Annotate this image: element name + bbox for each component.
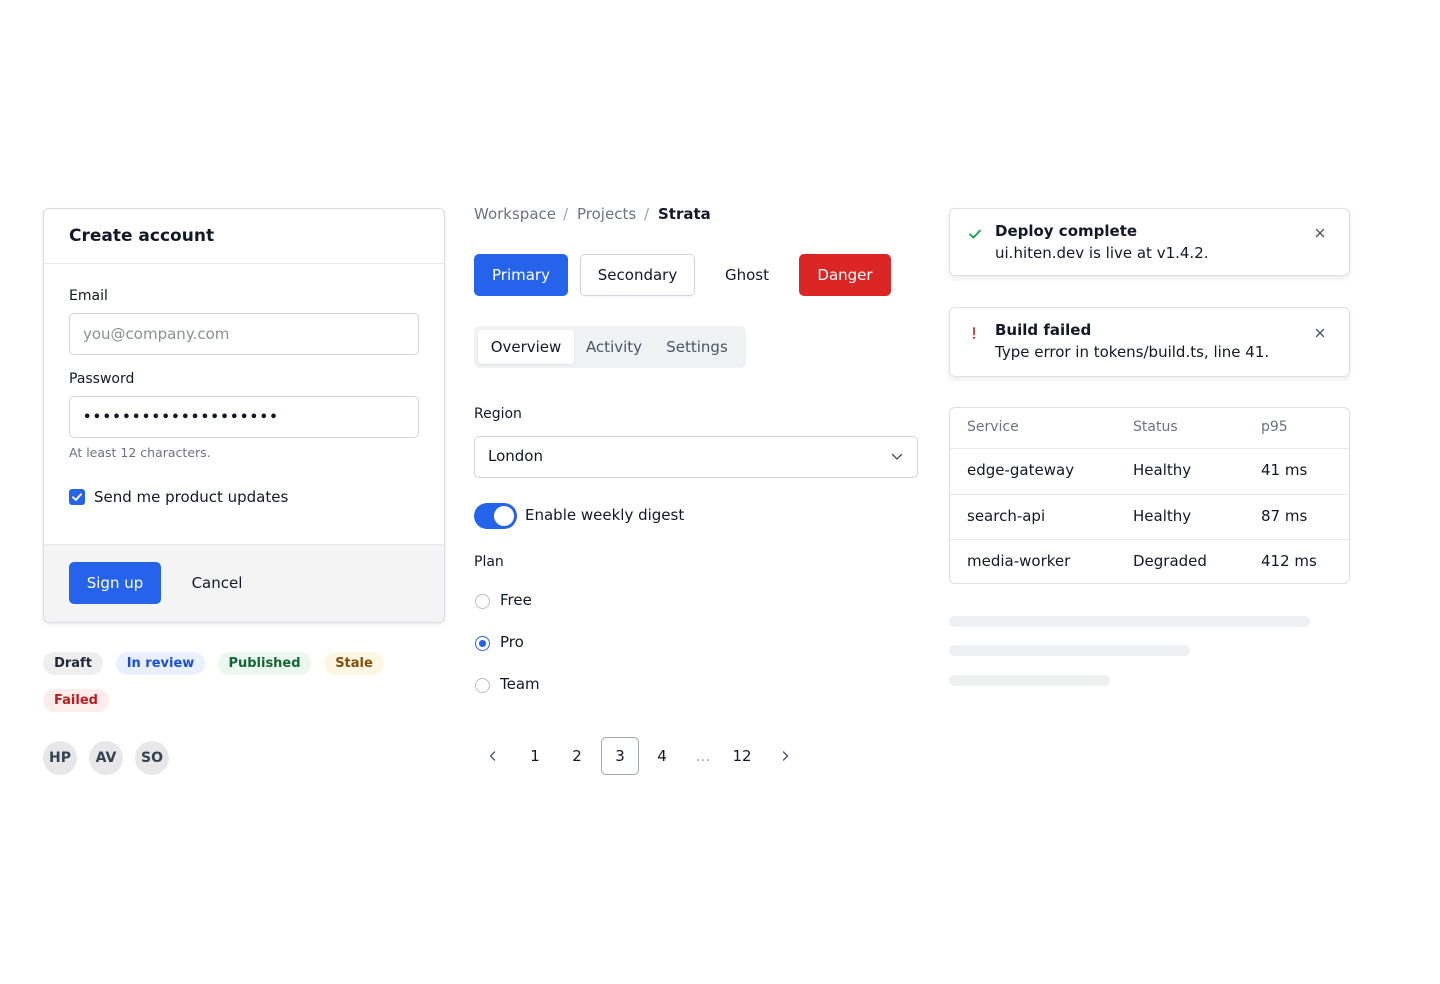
region-value: London <box>488 447 543 465</box>
radio-free-label[interactable]: Free <box>500 591 532 609</box>
badge-published: Published <box>218 652 311 675</box>
column-header-status: Status <box>1133 419 1178 435</box>
exclamation-icon <box>972 327 976 339</box>
radio-pro-label[interactable]: Pro <box>500 633 524 651</box>
card-header: Create account <box>44 209 444 264</box>
password-value: •••••••••••••••••••• <box>83 409 280 425</box>
updates-label[interactable]: Send me product updates <box>94 488 288 506</box>
check-icon <box>72 493 82 501</box>
toggle-knob <box>494 506 514 526</box>
region-label: Region <box>474 406 522 422</box>
ghost-button[interactable]: Ghost <box>708 254 786 296</box>
toast-success: Deploy complete ui.hiten.dev is live at … <box>949 208 1350 276</box>
p95-cell: 87 ms <box>1261 507 1308 525</box>
badge-in-review: In review <box>116 652 205 675</box>
plan-label: Plan <box>474 554 504 570</box>
toast-message: ui.hiten.dev is live at v1.4.2. <box>995 244 1209 262</box>
toast-error: Build failed Type error in tokens/build.… <box>949 307 1350 377</box>
table-row: edge-gateway Healthy 41 ms <box>950 448 1349 494</box>
toast-title: Deploy complete <box>995 222 1138 240</box>
email-label: Email <box>69 288 108 304</box>
card-title: Create account <box>69 226 215 246</box>
status-cell: Healthy <box>1133 507 1192 525</box>
next-page-button[interactable] <box>766 737 804 775</box>
close-icon[interactable] <box>1313 326 1327 340</box>
create-account-card: Create account Email Password ••••••••••… <box>43 208 445 623</box>
chevron-down-icon <box>891 453 903 460</box>
card-footer: Sign up Cancel <box>44 544 444 622</box>
breadcrumb-separator: / <box>644 205 650 223</box>
skeleton-line <box>949 645 1190 656</box>
radio-pro[interactable] <box>475 636 490 651</box>
badge-draft: Draft <box>43 652 103 675</box>
p95-cell: 412 ms <box>1261 552 1317 570</box>
radio-team[interactable] <box>475 678 490 693</box>
page-1[interactable]: 1 <box>516 737 554 775</box>
radio-team-label[interactable]: Team <box>500 675 540 693</box>
table-row: search-api Healthy 87 ms <box>950 494 1349 540</box>
page-4[interactable]: 4 <box>643 737 681 775</box>
primary-button[interactable]: Primary <box>474 254 568 296</box>
status-cell: Degraded <box>1133 552 1207 570</box>
service-cell: search-api <box>967 507 1046 525</box>
page-12[interactable]: 12 <box>723 737 761 775</box>
chevron-left-icon <box>489 751 496 761</box>
breadcrumb-separator: / <box>563 205 569 223</box>
column-header-service: Service <box>967 419 1019 435</box>
pagination-ellipsis: … <box>695 747 711 765</box>
updates-checkbox[interactable] <box>69 489 85 505</box>
avatar[interactable]: HP <box>43 741 77 775</box>
skeleton-line <box>949 616 1310 627</box>
service-cell: media-worker <box>967 552 1071 570</box>
sign-up-button[interactable]: Sign up <box>69 562 161 604</box>
tab-settings[interactable]: Settings <box>656 330 738 364</box>
prev-page-button[interactable] <box>474 737 512 775</box>
table-row: media-worker Degraded 412 ms <box>950 539 1349 583</box>
toast-message: Type error in tokens/build.ts, line 41. <box>995 343 1270 361</box>
breadcrumb-workspace[interactable]: Workspace <box>474 205 556 223</box>
radio-free[interactable] <box>475 594 490 609</box>
badge-stale: Stale <box>324 652 384 675</box>
email-field[interactable] <box>69 313 419 355</box>
badge-failed: Failed <box>43 689 109 712</box>
weekly-digest-label[interactable]: Enable weekly digest <box>525 506 684 524</box>
tab-overview[interactable]: Overview <box>478 330 574 364</box>
avatar[interactable]: AV <box>89 741 123 775</box>
avatar[interactable]: SO <box>135 741 169 775</box>
tab-bar: Overview Activity Settings <box>474 326 746 368</box>
tab-activity[interactable]: Activity <box>578 330 650 364</box>
password-field[interactable]: •••••••••••••••••••• <box>69 396 419 438</box>
check-icon <box>969 229 981 239</box>
services-table: Service Status p95 edge-gateway Healthy … <box>949 407 1350 584</box>
breadcrumb-current: Strata <box>658 205 711 223</box>
close-icon[interactable] <box>1313 226 1327 240</box>
toast-title: Build failed <box>995 321 1092 339</box>
p95-cell: 41 ms <box>1261 461 1308 479</box>
page-2[interactable]: 2 <box>558 737 596 775</box>
weekly-digest-toggle[interactable] <box>474 503 517 529</box>
region-select[interactable]: London <box>474 436 918 478</box>
chevron-right-icon <box>782 751 789 761</box>
page-3[interactable]: 3 <box>601 737 639 775</box>
password-hint: At least 12 characters. <box>69 445 211 460</box>
service-cell: edge-gateway <box>967 461 1075 479</box>
secondary-button[interactable]: Secondary <box>580 254 695 296</box>
danger-button[interactable]: Danger <box>799 254 891 296</box>
column-header-p95: p95 <box>1261 419 1288 435</box>
skeleton-line <box>949 675 1110 686</box>
breadcrumb-projects[interactable]: Projects <box>577 205 636 223</box>
cancel-button[interactable]: Cancel <box>179 562 255 604</box>
status-cell: Healthy <box>1133 461 1192 479</box>
password-label: Password <box>69 371 135 387</box>
